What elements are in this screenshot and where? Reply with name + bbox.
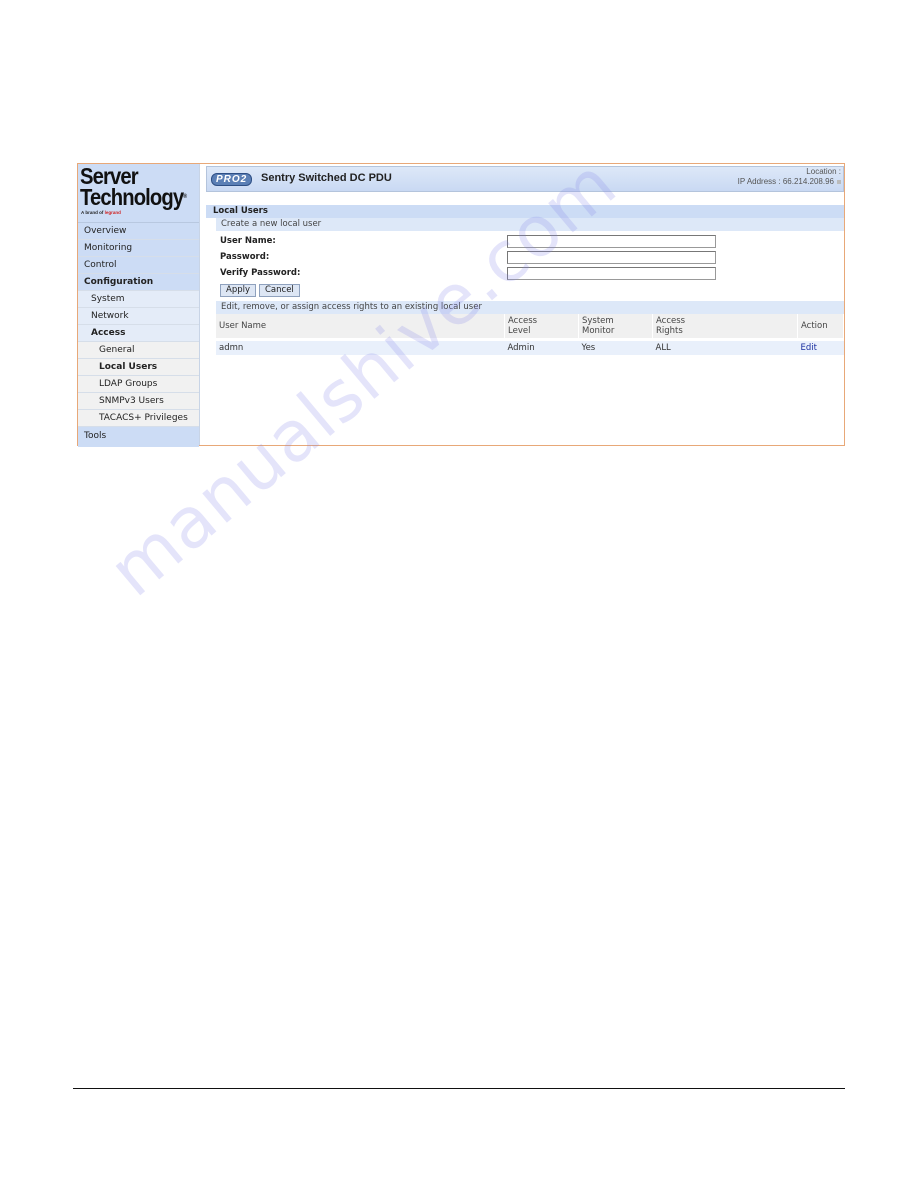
local-users-table: User Name Access Level System Monitor Acce… xyxy=(216,314,844,355)
sidebar-item-configuration[interactable]: Configuration xyxy=(78,274,199,291)
sidebar-item-network[interactable]: Network xyxy=(78,308,199,325)
table-header-row: User Name Access Level System Monitor Acce… xyxy=(216,314,844,340)
sidebar-item-access[interactable]: Access xyxy=(78,325,199,342)
col-system-monitor-line2: Monitor xyxy=(582,326,615,336)
location-label: Location : xyxy=(806,167,841,176)
cell-access-rights: ALL xyxy=(652,338,798,355)
pro2-logo: PRO2 xyxy=(211,173,253,186)
device-info: Location : IP Address : 66.214.208.96 xyxy=(738,167,841,187)
cell-system-monitor: Yes xyxy=(578,338,653,355)
col-access-level: Access Level xyxy=(504,314,579,340)
sidebar-item-control[interactable]: Control xyxy=(78,257,199,274)
sidebar-item-local-users[interactable]: Local Users xyxy=(78,359,199,376)
sidebar-item-ldap-groups[interactable]: LDAP Groups xyxy=(78,376,199,393)
sidebar-item-system[interactable]: System xyxy=(78,291,199,308)
server-technology-logo: Server Technology® A brand of legrand xyxy=(78,164,199,223)
page-title: Local Users xyxy=(206,205,844,218)
logo-line-2-text: Technology xyxy=(80,184,184,210)
legrand-brand: legrand xyxy=(104,210,121,215)
ip-address: IP Address : 66.214.208.96 xyxy=(737,177,834,186)
username-label: User Name: xyxy=(220,236,276,246)
edit-user-link[interactable]: Edit xyxy=(801,343,817,353)
status-square-icon xyxy=(837,179,841,184)
ip-address-row: IP Address : 66.214.208.96 xyxy=(738,177,841,187)
edit-users-section-header: Edit, remove, or assign access rights to… xyxy=(216,301,844,314)
brand-prefix: A brand of xyxy=(81,210,105,215)
col-access-level-line1: Access xyxy=(508,316,538,326)
sidebar-item-snmpv3-users[interactable]: SNMPv3 Users xyxy=(78,393,199,410)
col-system-monitor: System Monitor xyxy=(578,314,653,340)
header-bar: PRO2 Sentry Switched DC PDU Location : I… xyxy=(206,166,844,192)
sidebar-item-tools[interactable]: Tools xyxy=(78,427,199,447)
sidebar-item-monitoring[interactable]: Monitoring xyxy=(78,240,199,257)
verify-password-input[interactable] xyxy=(507,267,716,280)
col-access-level-line2: Level xyxy=(508,326,531,336)
table-row: admn Admin Yes ALL Edit xyxy=(216,338,844,355)
cell-access-level: Admin xyxy=(504,338,579,355)
username-input[interactable] xyxy=(507,235,716,248)
pdu-web-interface: Server Technology® A brand of legrand Ov… xyxy=(77,163,845,447)
sidebar-item-tacacs-privileges[interactable]: TACACS+ Privileges xyxy=(78,410,199,427)
cell-user-name: admn xyxy=(216,338,505,355)
logo-line-2: Technology® xyxy=(80,184,187,210)
apply-button[interactable]: Apply xyxy=(220,284,256,297)
sidebar-item-overview[interactable]: Overview xyxy=(78,223,199,240)
create-user-section-header: Create a new local user xyxy=(216,218,844,231)
sidebar-item-general[interactable]: General xyxy=(78,342,199,359)
cell-action: Edit xyxy=(797,338,844,355)
verify-password-label: Verify Password: xyxy=(220,268,301,278)
col-access-rights: Access Rights xyxy=(652,314,798,340)
product-title: Sentry Switched DC PDU xyxy=(261,172,392,184)
main-content: Local Users Create a new local user User… xyxy=(206,205,844,355)
col-action: Action xyxy=(797,314,844,340)
password-label: Password: xyxy=(220,252,270,262)
password-input[interactable] xyxy=(507,251,716,264)
footer-divider xyxy=(73,1088,845,1089)
col-access-rights-line1: Access xyxy=(656,316,686,326)
brand-tagline: A brand of legrand xyxy=(81,210,121,215)
col-system-monitor-line1: System xyxy=(582,316,614,326)
cancel-button[interactable]: Cancel xyxy=(259,284,300,297)
registered-mark: ® xyxy=(183,194,187,200)
col-user-name: User Name xyxy=(216,314,505,340)
sidebar: Server Technology® A brand of legrand Ov… xyxy=(78,164,200,447)
create-user-form: User Name: Password: Verify Password: Ap… xyxy=(206,231,844,301)
col-access-rights-line2: Rights xyxy=(656,326,683,336)
